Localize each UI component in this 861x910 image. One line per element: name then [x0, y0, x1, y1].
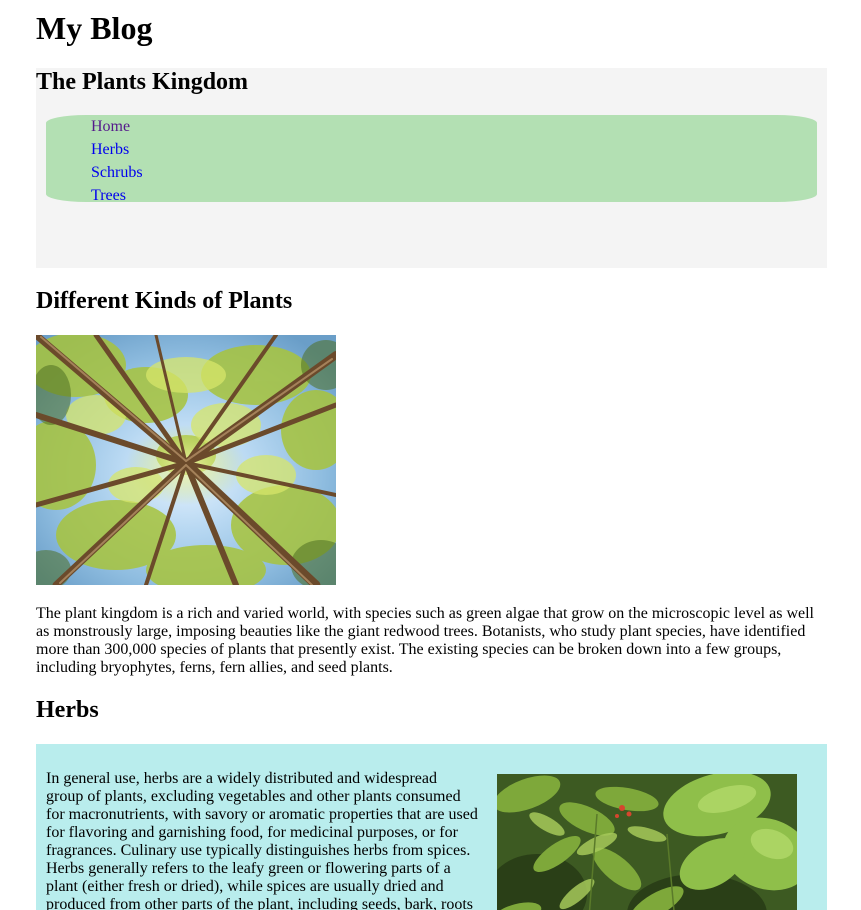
intro-paragraph: The plant kingdom is a rich and varied w… [36, 605, 814, 676]
nav-link-herbs[interactable]: Herbs [91, 141, 129, 158]
site-title: My Blog [36, 10, 153, 46]
page: My Blog The Plants Kingdom Home Herbs Sc… [0, 0, 861, 910]
nav-item-herbs: Herbs [91, 138, 143, 161]
header-title: The Plants Kingdom [36, 69, 249, 95]
nav-link-home[interactable]: Home [91, 118, 130, 135]
nav-list: Home Herbs Schrubs Trees [91, 115, 143, 207]
section-heading-plants: Different Kinds of Plants [36, 288, 293, 314]
herbs-paragraph: In general use, herbs are a widely distr… [46, 770, 478, 910]
nav-item-home: Home [91, 115, 143, 138]
herbs-image [497, 774, 797, 910]
nav-item-schrubs: Schrubs [91, 161, 143, 184]
nav-link-schrubs[interactable]: Schrubs [91, 164, 143, 181]
nav-item-trees: Trees [91, 184, 143, 207]
forest-canopy-image [36, 335, 336, 585]
herbs-panel: In general use, herbs are a widely distr… [36, 744, 827, 910]
nav-link-trees[interactable]: Trees [91, 187, 126, 204]
header-panel: The Plants Kingdom Home Herbs Schrubs Tr… [36, 68, 827, 268]
section-heading-herbs: Herbs [36, 697, 99, 723]
nav-bar: Home Herbs Schrubs Trees [46, 115, 817, 204]
